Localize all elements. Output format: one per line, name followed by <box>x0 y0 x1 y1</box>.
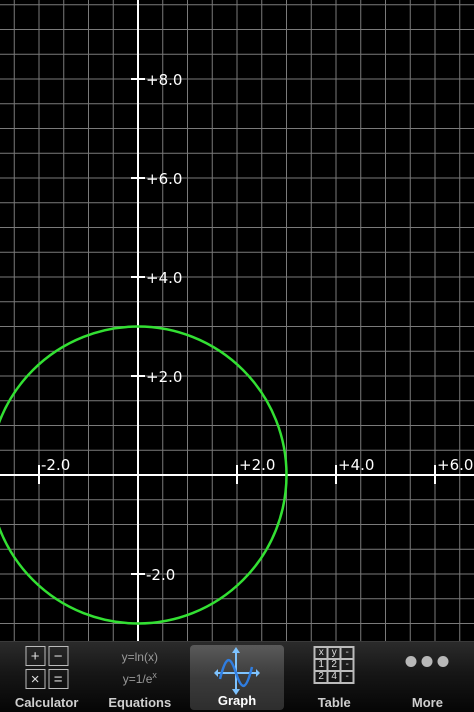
tab-label-graph: Graph <box>217 693 257 708</box>
table-icon-cell: - <box>340 647 354 659</box>
table-icon-cell: x <box>314 647 328 659</box>
table-icon-cell: 1 <box>314 659 328 671</box>
graph-plot[interactable]: -2.0 +2.0 +4.0 +6.0 +8.0 +6.0 +4.0 +2.0 -2.0 <box>0 0 474 641</box>
grid-lines <box>0 0 474 641</box>
equation-line-2-base: y=1/e <box>122 672 153 686</box>
x-tick-label: +6.0 <box>437 456 473 474</box>
graph-canvas[interactable]: -2.0 +2.0 +4.0 +6.0 +8.0 +6.0 +4.0 +2.0 -2.0 <box>0 0 474 641</box>
tick-labels: -2.0 +2.0 +4.0 +6.0 +8.0 +6.0 +4.0 +2.0 -2.0 <box>41 71 473 584</box>
table-icon-cell: 2 <box>327 659 341 671</box>
y-tick-label: +6.0 <box>146 170 182 188</box>
calculator-key-times: × <box>25 669 46 689</box>
calculator-key-equals: = <box>48 669 69 689</box>
more-dot <box>437 656 449 667</box>
tab-label-table: Table <box>317 695 351 710</box>
y-tick-label: +8.0 <box>146 71 182 89</box>
more-dot <box>405 656 417 667</box>
more-dots-icon <box>405 656 449 667</box>
table-icon-cell: 2 <box>314 671 328 683</box>
table-icon-cell: - <box>340 659 354 671</box>
calculator-key-plus: + <box>25 646 46 666</box>
calculator-icon: + − × = <box>25 646 69 689</box>
y-tick-label: -2.0 <box>146 566 175 584</box>
tab-label-calculator: Calculator <box>14 695 79 710</box>
table-icon: x y - 1 2 - 2 4 - <box>313 646 355 684</box>
tab-label-equations: Equations <box>108 695 172 710</box>
tab-label-more: More <box>411 695 443 710</box>
y-tick-label: +4.0 <box>146 269 182 287</box>
table-icon-cell: y <box>327 647 341 659</box>
tab-more[interactable]: More <box>381 642 474 712</box>
tab-bar: + − × = Calculator y=ln(x) y=1/ex Equati… <box>0 641 474 712</box>
x-tick-label: +2.0 <box>239 456 275 474</box>
calculator-key-minus: − <box>48 646 69 666</box>
table-icon-cell: - <box>340 671 354 683</box>
equation-line-1: y=ln(x) <box>121 650 158 664</box>
equation-line-2: y=1/ex <box>123 666 157 688</box>
tab-table[interactable]: x y - 1 2 - 2 4 - Table <box>288 642 381 712</box>
tab-calculator[interactable]: + − × = Calculator <box>0 642 93 712</box>
equation-line-2-exponent: x <box>152 670 157 680</box>
graph-icon <box>214 647 260 695</box>
equations-icon: y=ln(x) y=1/ex <box>122 648 158 688</box>
x-tick-label: +4.0 <box>338 456 374 474</box>
table-icon-cell: 4 <box>327 671 341 683</box>
y-tick-label: +2.0 <box>146 368 182 386</box>
tab-equations[interactable]: y=ln(x) y=1/ex Equations <box>93 642 186 712</box>
x-tick-label: -2.0 <box>41 456 70 474</box>
tab-graph[interactable]: Graph <box>190 645 284 710</box>
more-dot <box>421 656 433 667</box>
